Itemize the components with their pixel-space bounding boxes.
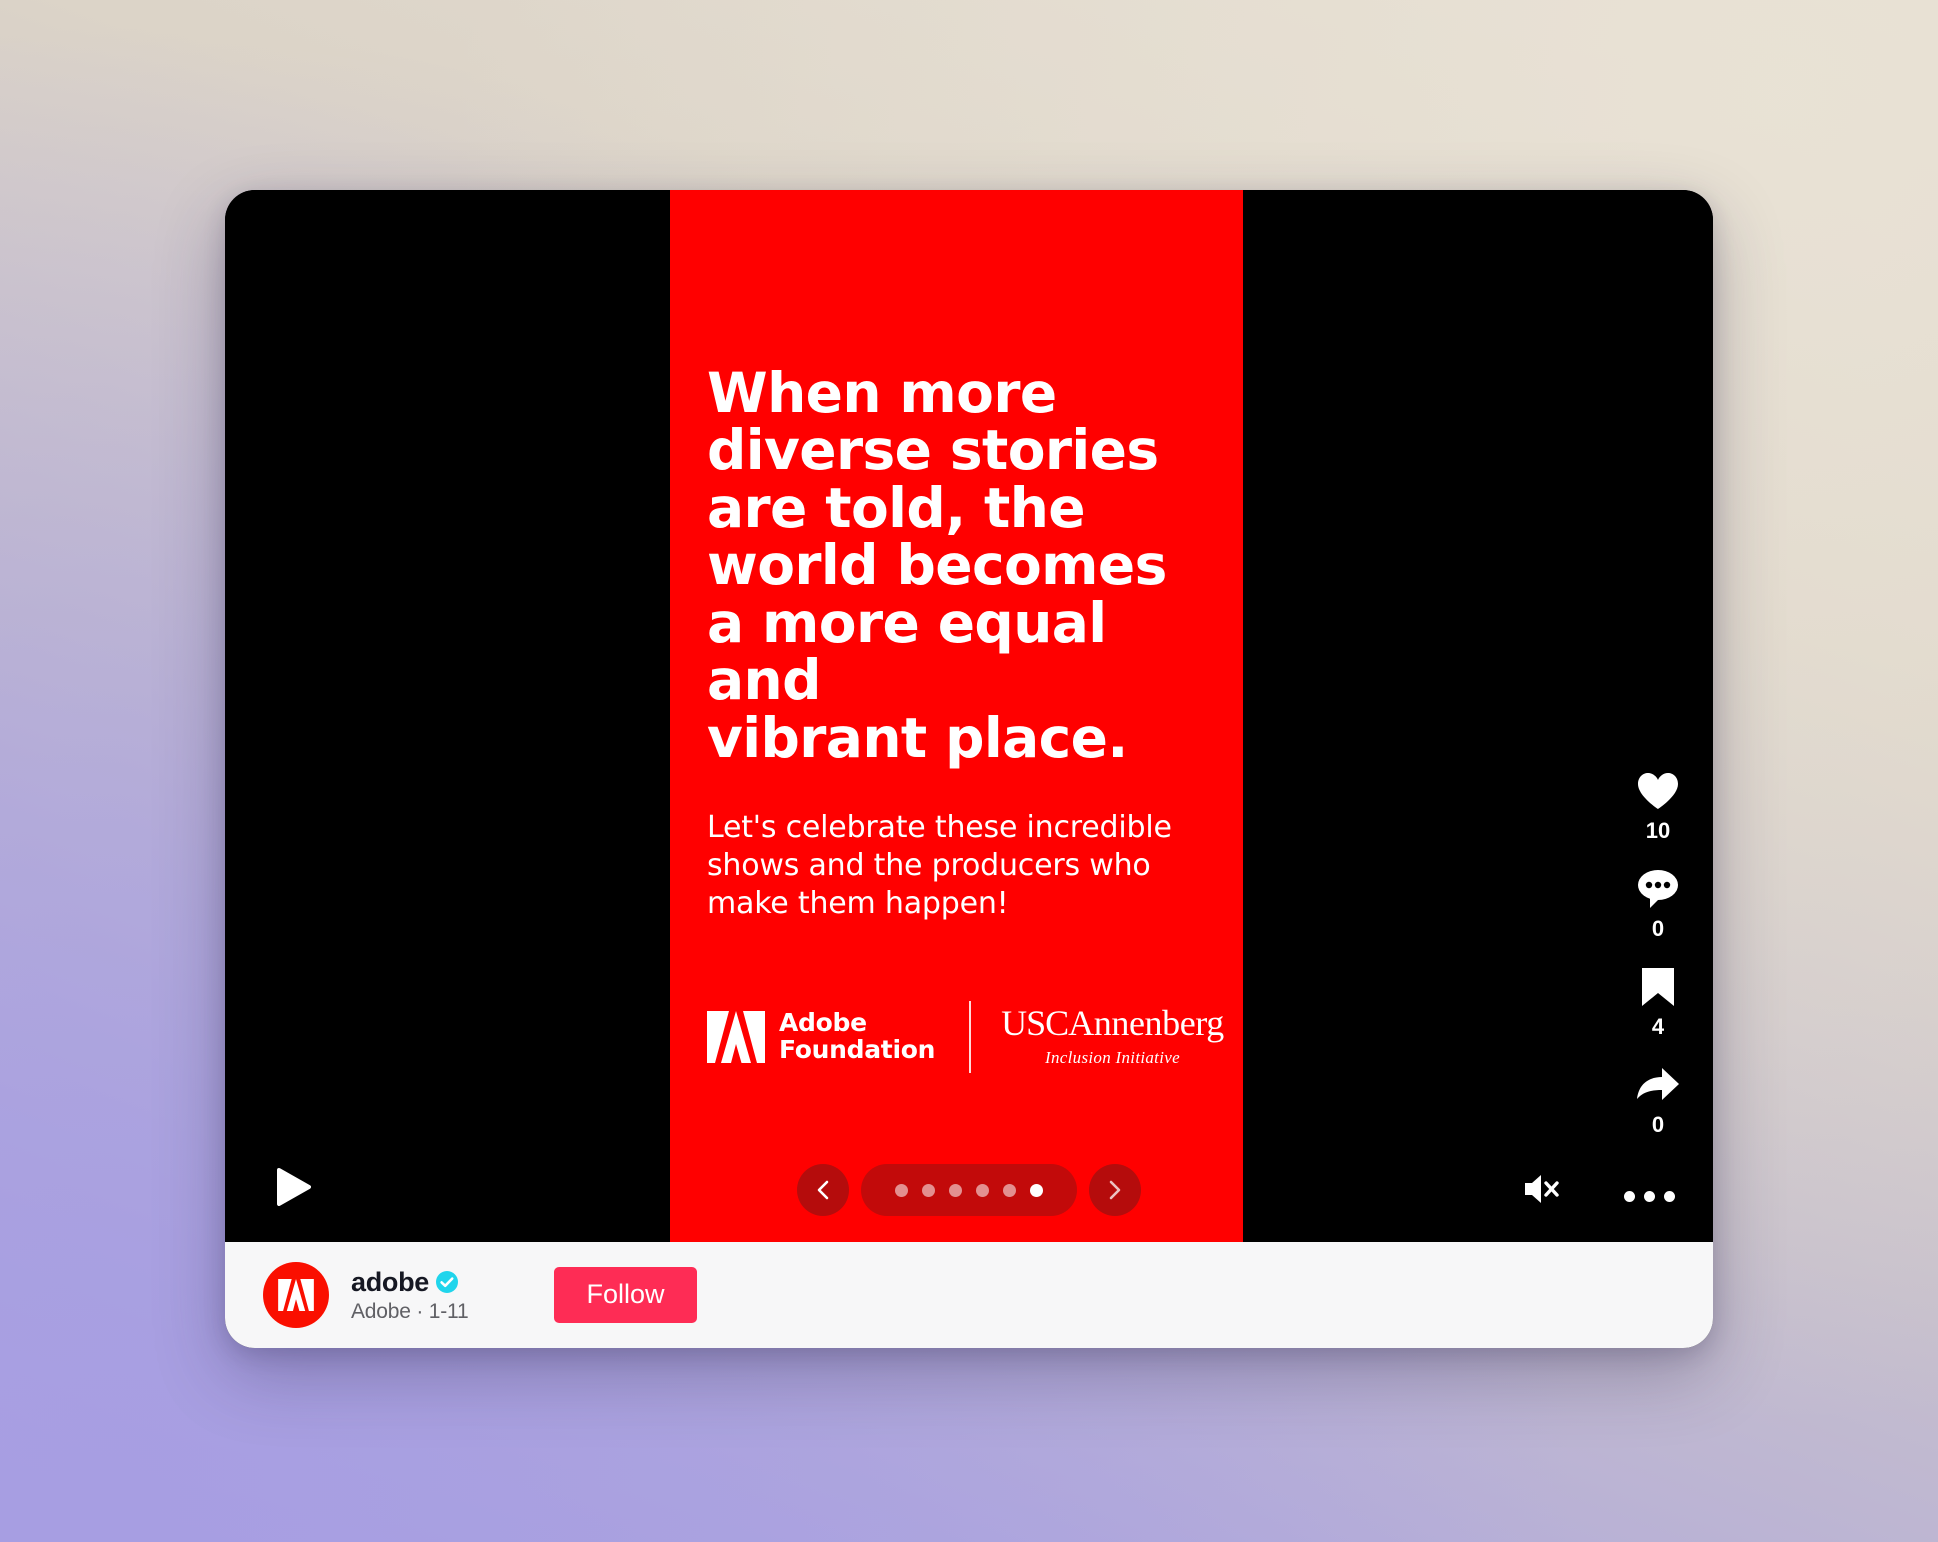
usc-annenberg-logo: USCAnnenberg Inclusion Initiative bbox=[1001, 1005, 1224, 1068]
adobe-wordmark-line2: Foundation bbox=[779, 1034, 936, 1064]
avatar[interactable] bbox=[263, 1262, 329, 1328]
carousel-dot[interactable] bbox=[1003, 1183, 1016, 1197]
carousel-dot[interactable] bbox=[949, 1183, 962, 1197]
bookmark-count: 4 bbox=[1651, 1014, 1665, 1039]
comment-count: 0 bbox=[1651, 916, 1665, 941]
more-dot bbox=[1624, 1191, 1635, 1202]
slide-inner: When more diverse stories are told, the … bbox=[707, 361, 1224, 1073]
share-arrow-icon bbox=[1635, 1062, 1681, 1108]
carousel-prev-button[interactable] bbox=[797, 1164, 849, 1216]
usc-annenberg-text: Annenberg bbox=[1068, 1003, 1224, 1044]
more-options-button[interactable] bbox=[1624, 1191, 1675, 1202]
share-button[interactable]: 0 bbox=[1635, 1062, 1681, 1138]
bookmark-button[interactable]: 4 bbox=[1635, 964, 1681, 1040]
chevron-right-icon bbox=[1109, 1180, 1121, 1200]
verified-badge-icon bbox=[436, 1271, 459, 1293]
adobe-a-mark-icon bbox=[707, 1010, 765, 1063]
like-button[interactable]: 10 bbox=[1635, 768, 1681, 844]
usc-subtitle: Inclusion Initiative bbox=[1045, 1048, 1180, 1068]
profile-handle-row[interactable]: adobe bbox=[351, 1267, 468, 1298]
lockup-divider bbox=[969, 1000, 972, 1073]
action-rail: 10 0 4 0 bbox=[1635, 768, 1681, 1138]
carousel-dot[interactable] bbox=[976, 1183, 989, 1197]
share-count: 0 bbox=[1651, 1112, 1665, 1137]
profile-handle: adobe bbox=[351, 1266, 430, 1297]
sponsor-logo-lockup: Adobe Foundation USCAnnenberg Inclusion … bbox=[707, 1000, 1224, 1073]
like-count: 10 bbox=[1645, 818, 1671, 843]
chevron-left-icon bbox=[817, 1180, 829, 1200]
speaker-muted-icon bbox=[1525, 1175, 1559, 1203]
profile-meta: adobe Adobe · 1-11 bbox=[351, 1267, 469, 1324]
play-button[interactable] bbox=[277, 1168, 311, 1206]
carousel-controls bbox=[797, 1164, 1141, 1216]
video-stage[interactable]: When more diverse stories are told, the … bbox=[225, 190, 1713, 1242]
carousel-next-button[interactable] bbox=[1089, 1164, 1141, 1216]
adobe-wordmark-line1: Adobe bbox=[779, 1008, 867, 1038]
comment-icon bbox=[1635, 866, 1681, 912]
usc-caps: USC bbox=[1001, 1003, 1069, 1044]
heart-icon bbox=[1635, 768, 1681, 814]
adobe-a-mark-icon bbox=[278, 1279, 314, 1311]
comment-button[interactable]: 0 bbox=[1635, 866, 1681, 942]
carousel-dot[interactable] bbox=[895, 1183, 908, 1197]
more-dot bbox=[1664, 1191, 1675, 1202]
mute-toggle-button[interactable] bbox=[1523, 1172, 1561, 1206]
adobe-foundation-logo: Adobe Foundation bbox=[707, 1010, 935, 1063]
profile-subtitle: Adobe · 1-11 bbox=[351, 1299, 469, 1323]
carousel-dot-active[interactable] bbox=[1030, 1183, 1043, 1197]
adobe-wordmark: Adobe Foundation bbox=[779, 1010, 935, 1063]
slide-headline: When more diverse stories are told, the … bbox=[707, 361, 1167, 770]
follow-button[interactable]: Follow bbox=[554, 1267, 697, 1323]
more-dot bbox=[1644, 1191, 1655, 1202]
slide-content-panel: When more diverse stories are told, the … bbox=[670, 190, 1243, 1242]
profile-bar: adobe Adobe · 1-11 Follow bbox=[225, 1242, 1713, 1348]
bookmark-icon bbox=[1635, 964, 1681, 1010]
play-icon bbox=[277, 1168, 311, 1206]
video-player-card: When more diverse stories are told, the … bbox=[225, 190, 1713, 1348]
carousel-dots bbox=[861, 1164, 1077, 1216]
usc-wordmark: USCAnnenberg bbox=[1001, 1005, 1224, 1041]
slide-subline: Let's celebrate these incredible shows a… bbox=[707, 810, 1172, 921]
carousel-dot[interactable] bbox=[922, 1183, 935, 1197]
